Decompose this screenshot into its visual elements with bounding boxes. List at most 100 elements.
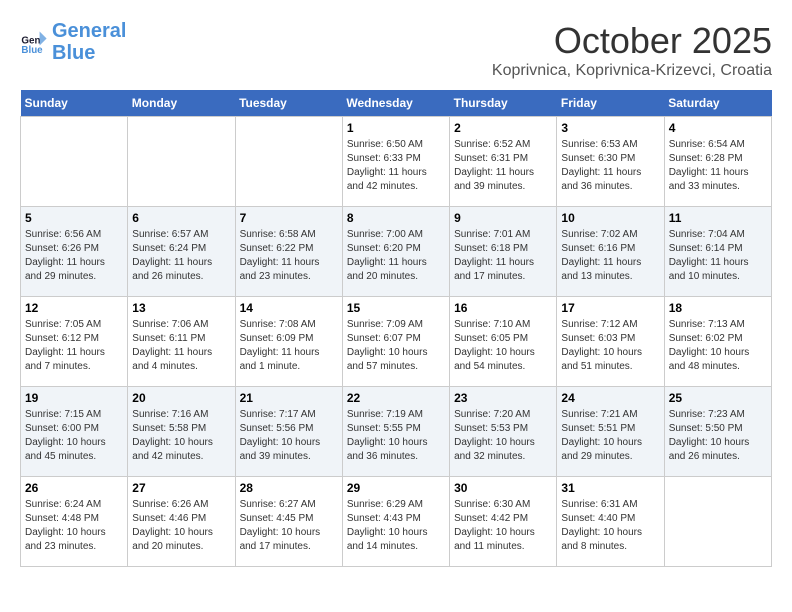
day-number: 21 xyxy=(240,391,338,405)
day-number: 28 xyxy=(240,481,338,495)
logo-text: General Blue xyxy=(52,20,126,64)
weekday-header-friday: Friday xyxy=(557,90,664,117)
day-number: 27 xyxy=(132,481,230,495)
empty-cell xyxy=(21,117,128,207)
day-cell-15: 15 Sunrise: 7:09 AMSunset: 6:07 PMDayligh… xyxy=(342,297,449,387)
day-number: 5 xyxy=(25,211,123,225)
day-cell-28: 28 Sunrise: 6:27 AMSunset: 4:45 PMDayligh… xyxy=(235,477,342,567)
day-cell-5: 5 Sunrise: 6:56 AMSunset: 6:26 PMDaylight… xyxy=(21,207,128,297)
day-cell-3: 3Sunrise: 6:53 AMSunset: 6:30 PMDaylight… xyxy=(557,117,664,207)
day-info: Sunrise: 6:56 AMSunset: 6:26 PMDaylight:… xyxy=(25,228,123,284)
day-cell-2: 2 Sunrise: 6:52 AMSunset: 6:31 PMDaylight… xyxy=(450,117,557,207)
day-info: Sunrise: 7:09 AMSunset: 6:07 PMDaylight:… xyxy=(347,318,445,374)
day-number: 26 xyxy=(25,481,123,495)
day-info: Sunrise: 6:50 AMSunset: 6:33 PMDaylight:… xyxy=(347,138,445,194)
day-cell-27: 27 Sunrise: 6:26 AMSunset: 4:46 PMDayligh… xyxy=(128,477,235,567)
weekday-header-wednesday: Wednesday xyxy=(342,90,449,117)
day-number: 15 xyxy=(347,301,445,315)
day-info: Sunrise: 7:21 AMSunset: 5:51 PMDaylight:… xyxy=(561,408,659,464)
day-number: 4 xyxy=(669,121,767,135)
day-cell-30: 30Sunrise: 6:30 AMSunset: 4:42 PMDayligh… xyxy=(450,477,557,567)
day-info: Sunrise: 6:24 AMSunset: 4:48 PMDaylight:… xyxy=(25,498,123,554)
day-cell-19: 19 Sunrise: 7:15 AMSunset: 6:00 PMDayligh… xyxy=(21,387,128,477)
day-number: 23 xyxy=(454,391,552,405)
day-cell-26: 26 Sunrise: 6:24 AMSunset: 4:48 PMDayligh… xyxy=(21,477,128,567)
day-info: Sunrise: 6:58 AMSunset: 6:22 PMDaylight:… xyxy=(240,228,338,284)
weekday-header-tuesday: Tuesday xyxy=(235,90,342,117)
day-cell-4: 4Sunrise: 6:54 AMSunset: 6:28 PMDaylight… xyxy=(664,117,771,207)
weekday-header-saturday: Saturday xyxy=(664,90,771,117)
day-number: 30 xyxy=(454,481,552,495)
day-info: Sunrise: 7:16 AMSunset: 5:58 PMDaylight:… xyxy=(132,408,230,464)
day-cell-23: 23 Sunrise: 7:20 AMSunset: 5:53 PMDayligh… xyxy=(450,387,557,477)
empty-cell xyxy=(664,477,771,567)
day-number: 9 xyxy=(454,211,552,225)
day-number: 7 xyxy=(240,211,338,225)
day-number: 6 xyxy=(132,211,230,225)
day-info: Sunrise: 6:26 AMSunset: 4:46 PMDaylight:… xyxy=(132,498,230,554)
logo-general: General xyxy=(52,20,126,42)
day-number: 2 xyxy=(454,121,552,135)
day-number: 1 xyxy=(347,121,445,135)
day-info: Sunrise: 7:06 AMSunset: 6:11 PMDaylight:… xyxy=(132,318,230,374)
day-info: Sunrise: 6:57 AMSunset: 6:24 PMDaylight:… xyxy=(132,228,230,284)
day-number: 25 xyxy=(669,391,767,405)
day-info: Sunrise: 7:15 AMSunset: 6:00 PMDaylight:… xyxy=(25,408,123,464)
day-cell-29: 29Sunrise: 6:29 AMSunset: 4:43 PMDayligh… xyxy=(342,477,449,567)
calendar-table: SundayMondayTuesdayWednesdayThursdayFrid… xyxy=(20,90,772,567)
day-info: Sunrise: 7:23 AMSunset: 5:50 PMDaylight:… xyxy=(669,408,767,464)
day-cell-17: 17Sunrise: 7:12 AMSunset: 6:03 PMDayligh… xyxy=(557,297,664,387)
day-number: 8 xyxy=(347,211,445,225)
day-number: 29 xyxy=(347,481,445,495)
calendar-title: October 2025 xyxy=(492,20,772,62)
empty-cell xyxy=(235,117,342,207)
day-number: 31 xyxy=(561,481,659,495)
day-number: 16 xyxy=(454,301,552,315)
day-info: Sunrise: 6:27 AMSunset: 4:45 PMDaylight:… xyxy=(240,498,338,554)
day-number: 19 xyxy=(25,391,123,405)
logo: Gen Blue General Blue xyxy=(20,20,126,64)
day-info: Sunrise: 7:00 AMSunset: 6:20 PMDaylight:… xyxy=(347,228,445,284)
day-cell-6: 6 Sunrise: 6:57 AMSunset: 6:24 PMDaylight… xyxy=(128,207,235,297)
day-number: 14 xyxy=(240,301,338,315)
day-info: Sunrise: 6:53 AMSunset: 6:30 PMDaylight:… xyxy=(561,138,659,194)
day-cell-9: 9 Sunrise: 7:01 AMSunset: 6:18 PMDaylight… xyxy=(450,207,557,297)
day-cell-10: 10Sunrise: 7:02 AMSunset: 6:16 PMDayligh… xyxy=(557,207,664,297)
day-number: 18 xyxy=(669,301,767,315)
day-cell-7: 7 Sunrise: 6:58 AMSunset: 6:22 PMDaylight… xyxy=(235,207,342,297)
week-row-3: 12Sunrise: 7:05 AMSunset: 6:12 PMDayligh… xyxy=(21,297,772,387)
day-cell-22: 22 Sunrise: 7:19 AMSunset: 5:55 PMDayligh… xyxy=(342,387,449,477)
day-info: Sunrise: 6:52 AMSunset: 6:31 PMDaylight:… xyxy=(454,138,552,194)
day-info: Sunrise: 7:19 AMSunset: 5:55 PMDaylight:… xyxy=(347,408,445,464)
day-cell-8: 8 Sunrise: 7:00 AMSunset: 6:20 PMDaylight… xyxy=(342,207,449,297)
day-info: Sunrise: 7:02 AMSunset: 6:16 PMDaylight:… xyxy=(561,228,659,284)
logo-blue: Blue xyxy=(52,42,95,64)
day-info: Sunrise: 7:10 AMSunset: 6:05 PMDaylight:… xyxy=(454,318,552,374)
day-info: Sunrise: 7:13 AMSunset: 6:02 PMDaylight:… xyxy=(669,318,767,374)
day-info: Sunrise: 7:17 AMSunset: 5:56 PMDaylight:… xyxy=(240,408,338,464)
week-row-4: 19 Sunrise: 7:15 AMSunset: 6:00 PMDayligh… xyxy=(21,387,772,477)
weekday-header-sunday: Sunday xyxy=(21,90,128,117)
day-number: 24 xyxy=(561,391,659,405)
logo-icon: Gen Blue xyxy=(20,28,48,56)
weekday-header-row: SundayMondayTuesdayWednesdayThursdayFrid… xyxy=(21,90,772,117)
day-cell-20: 20 Sunrise: 7:16 AMSunset: 5:58 PMDayligh… xyxy=(128,387,235,477)
day-cell-21: 21 Sunrise: 7:17 AMSunset: 5:56 PMDayligh… xyxy=(235,387,342,477)
day-info: Sunrise: 6:31 AMSunset: 4:40 PMDaylight:… xyxy=(561,498,659,554)
weekday-header-thursday: Thursday xyxy=(450,90,557,117)
empty-cell xyxy=(128,117,235,207)
week-row-2: 5 Sunrise: 6:56 AMSunset: 6:26 PMDaylight… xyxy=(21,207,772,297)
day-cell-12: 12Sunrise: 7:05 AMSunset: 6:12 PMDayligh… xyxy=(21,297,128,387)
day-number: 20 xyxy=(132,391,230,405)
day-cell-13: 13 Sunrise: 7:06 AMSunset: 6:11 PMDayligh… xyxy=(128,297,235,387)
day-number: 13 xyxy=(132,301,230,315)
day-info: Sunrise: 7:20 AMSunset: 5:53 PMDaylight:… xyxy=(454,408,552,464)
page-header: Gen Blue General Blue October 2025 Kopri… xyxy=(20,20,772,80)
day-number: 22 xyxy=(347,391,445,405)
day-number: 17 xyxy=(561,301,659,315)
day-info: Sunrise: 7:08 AMSunset: 6:09 PMDaylight:… xyxy=(240,318,338,374)
day-info: Sunrise: 7:01 AMSunset: 6:18 PMDaylight:… xyxy=(454,228,552,284)
day-cell-24: 24 Sunrise: 7:21 AMSunset: 5:51 PMDayligh… xyxy=(557,387,664,477)
svg-text:Blue: Blue xyxy=(21,45,43,56)
weekday-header-monday: Monday xyxy=(128,90,235,117)
